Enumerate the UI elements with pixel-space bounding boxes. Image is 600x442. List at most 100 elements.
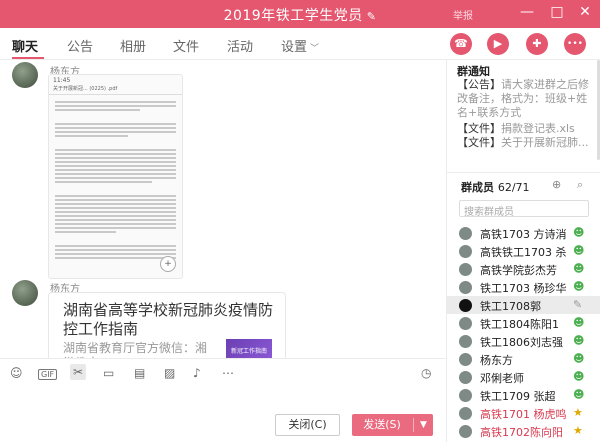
video-call-button[interactable]: ▶ <box>487 33 509 55</box>
avatar <box>459 245 472 258</box>
image-message[interactable]: 11:45 关于开展新冠... (0225) .pdf <box>48 74 183 279</box>
card-source: 湖南省教育厅官方微信：湘微教育 <box>63 341 208 358</box>
red-packet-icon[interactable]: ▤ <box>134 366 145 380</box>
history-icon[interactable]: ◷ <box>421 366 431 380</box>
add-app-button[interactable]: ✚ <box>526 33 548 55</box>
edit-icon[interactable]: ✎ <box>367 10 377 23</box>
member-item[interactable]: 高铁1701 杨虎鸣 ★ <box>447 404 600 422</box>
tab-activities[interactable]: 活动 <box>227 36 253 55</box>
member-role-icon: ☻ <box>573 262 585 275</box>
window-title: 2019年铁工学生党员 ✎ <box>223 8 377 24</box>
avatar <box>459 317 472 330</box>
emoji-icon[interactable]: ☺ <box>10 366 23 380</box>
member-item[interactable]: 高铁学院彭杰芳 ☻ <box>447 260 600 278</box>
image-icon[interactable]: ▨ <box>164 366 175 380</box>
member-name: 铁工1806刘志强 <box>480 336 563 349</box>
member-name: 杨东方 <box>480 354 513 367</box>
tab-settings[interactable]: 设置 ﹀ <box>281 36 319 55</box>
avatar <box>459 335 472 348</box>
member-item[interactable]: 铁工1709 张超 ☻ <box>447 386 600 404</box>
tab-album[interactable]: 相册 <box>120 36 146 55</box>
member-role-icon: ☻ <box>573 352 585 365</box>
member-item[interactable]: 杨东方 ☻ <box>447 350 600 368</box>
members-title: 群成员 62/71 <box>461 181 530 194</box>
more-tools-icon[interactable]: ⋯ <box>222 366 234 380</box>
minimize-icon[interactable]: — <box>518 4 536 20</box>
star-icon: ★ <box>573 406 583 419</box>
screenshot-icon[interactable]: ✂ <box>70 364 87 380</box>
member-name: 高铁1701 杨虎鸣 <box>480 408 567 421</box>
member-role-icon: ☻ <box>573 226 585 239</box>
send-button[interactable]: 发送(S) ▼ <box>352 414 433 436</box>
document-text <box>49 95 182 265</box>
avatar[interactable] <box>12 280 38 306</box>
member-name: 高铁1703 方诗消 <box>480 228 567 241</box>
phone-status-time: 11:45 <box>53 77 71 84</box>
member-item[interactable]: 高铁铁工1703 杀 ☻ <box>447 242 600 260</box>
maximize-icon[interactable]: □ <box>548 4 566 20</box>
report-link[interactable]: 举报 <box>453 7 473 22</box>
active-tab-indicator <box>12 57 44 59</box>
member-name: 高铁铁工1703 杀 <box>480 246 567 259</box>
member-role-icon: ☻ <box>573 334 585 347</box>
avatar <box>459 407 472 420</box>
member-name: 高铁学院彭杰芳 <box>480 264 557 277</box>
member-name: 铁工1708郭 <box>480 300 541 313</box>
notice-file[interactable]: 【文件】关于开展新冠肺... <box>457 134 599 150</box>
card-thumbnail: 新冠工作指南 <box>226 339 272 358</box>
tab-files[interactable]: 文件 <box>173 36 199 55</box>
member-name: 铁工1703 杨珍华 <box>480 282 567 295</box>
member-item[interactable]: 铁工1708郭 ✎ <box>447 296 600 314</box>
announcement[interactable]: 【公告】请大家进群之后修改备注，格式为：班级+姓名+联系方式 <box>457 78 597 120</box>
folder-icon[interactable]: ▭ <box>103 366 114 380</box>
avatar <box>459 389 472 402</box>
avatar <box>459 425 472 438</box>
more-button[interactable]: ••• <box>564 33 586 55</box>
member-role-icon: ☻ <box>573 370 585 383</box>
chevron-down-icon: ﹀ <box>310 44 320 54</box>
member-search-input[interactable]: 搜索群成员 <box>459 200 589 218</box>
title-bar: 2019年铁工学生党员 ✎ 举报 — □ ✕ <box>0 0 600 28</box>
close-button[interactable]: 关闭(C) <box>275 414 340 436</box>
member-role-icon: ☻ <box>573 316 585 329</box>
member-item[interactable]: 铁工1804陈阳1 ☻ <box>447 314 600 332</box>
zoom-icon[interactable]: + <box>160 256 176 272</box>
card-title: 湖南省高等学校新冠肺炎疫情防控工作指南 <box>63 301 274 338</box>
member-role-icon: ☻ <box>573 244 585 257</box>
tab-chat[interactable]: 聊天 <box>12 36 38 55</box>
member-role-icon: ☻ <box>573 280 585 293</box>
avatar <box>459 371 472 384</box>
document-title: 关于开展新冠... (0225) .pdf <box>49 85 182 95</box>
member-name: 高铁1702陈向阳 <box>480 426 563 439</box>
link-card[interactable]: 湖南省高等学校新冠肺炎疫情防控工作指南 湖南省教育厅官方微信：湘微教育 新冠工作… <box>48 292 286 358</box>
edit-icon[interactable]: ✎ <box>573 298 582 311</box>
chat-area[interactable]: 杨东方 11:45 关于开展新冠... (0225) .pdf + 杨东方 湖南… <box>0 60 446 358</box>
star-icon: ★ <box>573 424 583 437</box>
gif-icon[interactable]: GIF <box>38 366 58 380</box>
right-panel: 群通知 【公告】请大家进群之后修改备注，格式为：班级+姓名+联系方式 【文件】捐… <box>446 60 600 442</box>
member-item[interactable]: 高铁1702陈向阳 ★ <box>447 422 600 440</box>
invite-icon[interactable]: ⊕ <box>552 178 561 191</box>
bell-icon[interactable]: ♪ <box>193 366 201 380</box>
member-item[interactable]: 铁工1806刘志强 ☻ <box>447 332 600 350</box>
tab-bar: 聊天 公告 相册 文件 活动 设置 ﹀ <box>0 28 600 60</box>
avatar <box>459 263 472 276</box>
tab-announcements[interactable]: 公告 <box>67 36 93 55</box>
search-icon[interactable]: ⌕ <box>577 178 583 192</box>
member-item[interactable]: 邓俐老师 ☻ <box>447 368 600 386</box>
member-role-icon: ☻ <box>573 388 585 401</box>
close-icon[interactable]: ✕ <box>576 4 594 20</box>
chevron-down-icon[interactable]: ▼ <box>414 414 433 436</box>
phone-call-button[interactable]: ☎ <box>450 33 472 55</box>
notice-title[interactable]: 群通知 <box>457 63 490 79</box>
avatar <box>459 353 472 366</box>
avatar[interactable] <box>12 62 38 88</box>
member-name: 邓俐老师 <box>480 372 524 385</box>
member-item[interactable]: 铁工1703 杨珍华 ☻ <box>447 278 600 296</box>
member-name: 铁工1804陈阳1 <box>480 318 559 331</box>
avatar <box>459 281 472 294</box>
member-item[interactable]: 高铁1703 方诗消 ☻ <box>447 224 600 242</box>
avatar <box>459 227 472 240</box>
input-toolbar: ☺ GIF ✂ ▭ ▤ ▨ ♪ ⋯ ◷ <box>0 358 446 388</box>
avatar <box>459 299 472 312</box>
